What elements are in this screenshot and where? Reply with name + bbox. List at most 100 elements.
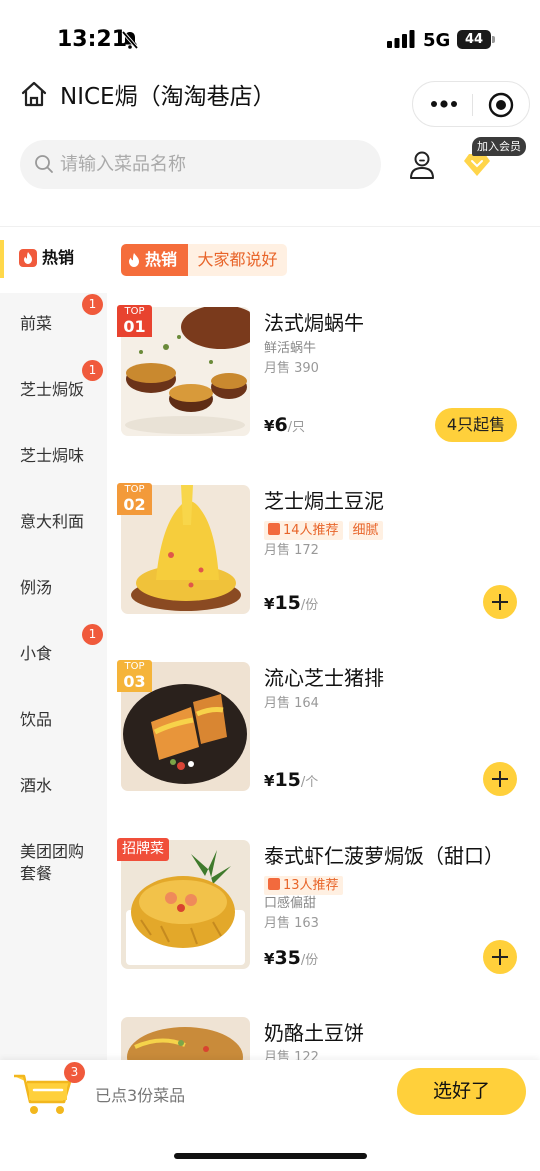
- sidebar-item-label: 小食: [20, 644, 53, 663]
- rank-number: 02: [123, 495, 146, 514]
- flame-icon: [19, 249, 37, 267]
- dish-item[interactable]: 奶酪土豆饼 月售 122: [107, 1017, 540, 1060]
- rank-badge: TOP 03: [117, 660, 152, 692]
- sidebar-item-hot[interactable]: 热销: [0, 227, 107, 293]
- recommend-tag: 14人推荐: [264, 521, 343, 540]
- dish-name: 芝士焗土豆泥: [264, 489, 384, 513]
- recommend-icon: [268, 523, 280, 535]
- dish-price: ¥15/个: [264, 769, 318, 791]
- price-currency: ¥: [264, 417, 275, 435]
- cart-count-badge: 3: [64, 1062, 85, 1083]
- dish-description: 鲜活蜗牛: [264, 341, 317, 356]
- price-unit: /份: [300, 598, 319, 613]
- add-to-cart-button[interactable]: [483, 585, 517, 619]
- dish-price: ¥15/份: [264, 592, 318, 614]
- rank-badge: TOP 01: [117, 305, 152, 337]
- category-badge: 1: [82, 294, 103, 315]
- price-value: 15: [274, 769, 301, 791]
- sidebar-item-cheese-rice[interactable]: 芝士焗饭: [0, 379, 107, 445]
- network-type: 5G: [423, 30, 451, 51]
- sidebar-item-group-deals[interactable]: 美团团购 套餐: [0, 841, 107, 907]
- category-sidebar: 热销 前菜 1 芝士焗饭 1 芝士焗味 意大利面 例汤 小食 1 饮品 酒水 美…: [0, 227, 107, 1060]
- price-unit: /份: [300, 953, 319, 968]
- recommend-count: 14人推荐: [283, 523, 339, 538]
- dish-item[interactable]: 招牌菜 泰式虾仁菠萝焗饭（甜口） 13人推荐 口感偏甜 月售 163 ¥35/份: [107, 838, 540, 1000]
- dish-monthly-sales: 月售 122: [264, 1050, 319, 1060]
- hot-subtitle: 大家都说好: [188, 244, 287, 276]
- sidebar-item-drinks[interactable]: 饮品: [0, 709, 107, 775]
- signature-dish-badge: 招牌菜: [117, 838, 169, 861]
- cart-summary: 已点3份菜品: [95, 1086, 186, 1105]
- search-bar[interactable]: [20, 140, 381, 189]
- price-unit: /只: [287, 420, 306, 435]
- close-miniprogram-icon[interactable]: [488, 92, 514, 118]
- join-member-tag[interactable]: 加入会员: [472, 137, 526, 156]
- sidebar-item-label: 芝士焗饭: [20, 380, 85, 399]
- dish-name: 泰式虾仁菠萝焗饭（甜口）: [264, 844, 504, 868]
- dish-name: 法式焗蜗牛: [264, 311, 364, 335]
- price-currency: ¥: [264, 772, 275, 790]
- sidebar-item-pasta[interactable]: 意大利面: [0, 511, 107, 577]
- dish-name: 奶酪土豆饼: [264, 1021, 364, 1045]
- sidebar-item-label: 美团团购 套餐: [20, 842, 85, 883]
- cart-bar: 3 已点3份菜品 选好了: [0, 1060, 540, 1171]
- dish-name: 流心芝士猪排: [264, 666, 384, 690]
- dish-tags: 13人推荐: [264, 874, 349, 895]
- dish-price: ¥6/只: [264, 414, 305, 436]
- price-currency: ¥: [264, 595, 275, 613]
- dish-item[interactable]: TOP 02 芝士焗土豆泥 14人推荐 细腻 月售 172 ¥15/份: [107, 483, 540, 645]
- sidebar-item-snacks[interactable]: 小食: [0, 643, 107, 709]
- cellular-signal-icon: [387, 30, 415, 48]
- capsule-divider: [472, 94, 473, 116]
- dish-monthly-sales: 月售 163: [264, 916, 319, 931]
- battery-icon: 44: [457, 30, 495, 49]
- sidebar-item-label: 例汤: [20, 578, 53, 597]
- store-title: NICE焗（淘淘巷店）: [60, 84, 276, 110]
- price-value: 15: [274, 592, 301, 614]
- sidebar-item-alcohol[interactable]: 酒水: [0, 775, 107, 841]
- home-icon[interactable]: [20, 80, 48, 108]
- category-badge: 1: [82, 360, 103, 381]
- sidebar-item-label: 前菜: [20, 314, 53, 333]
- sidebar-item-cheese-baked[interactable]: 芝士焗味: [0, 445, 107, 511]
- price-value: 6: [274, 414, 288, 436]
- search-input[interactable]: [60, 148, 360, 181]
- status-time: 13:21: [57, 27, 128, 52]
- dish-price: ¥35/份: [264, 947, 318, 969]
- dish-monthly-sales: 月售 172: [264, 543, 319, 558]
- price-unit: /个: [300, 775, 319, 790]
- price-value: 35: [274, 947, 301, 969]
- user-profile-icon[interactable]: [408, 150, 436, 180]
- dish-monthly-sales: 月售 164: [264, 696, 319, 711]
- miniprogram-capsule: [412, 81, 530, 127]
- dish-monthly-sales: 月售 390: [264, 361, 319, 376]
- search-icon: [35, 155, 53, 173]
- hot-tag-label: 热销: [145, 250, 178, 269]
- category-badge: 1: [82, 624, 103, 645]
- battery-level: 44: [457, 30, 491, 49]
- dish-item[interactable]: TOP 03 流心芝士猪排 月售 164 ¥15/个: [107, 660, 540, 822]
- flame-icon: [129, 253, 139, 267]
- rank-badge: TOP 02: [117, 483, 152, 515]
- rank-number: 03: [123, 672, 146, 691]
- home-indicator[interactable]: [174, 1153, 367, 1159]
- dish-tags: 14人推荐 细腻: [264, 519, 389, 540]
- add-to-cart-button[interactable]: [483, 940, 517, 974]
- dish-description: 口感偏甜: [264, 896, 317, 911]
- hot-tag: 热销: [121, 244, 188, 276]
- dish-image-cheese-potato-cake[interactable]: [121, 1017, 250, 1060]
- dish-item[interactable]: TOP 01 法式焗蜗牛 鲜活蜗牛 月售 390 ¥6/只 4只起售: [107, 305, 540, 467]
- sidebar-item-label: 芝士焗味: [20, 446, 85, 465]
- sidebar-item-label: 酒水: [20, 776, 53, 795]
- min-order-button[interactable]: 4只起售: [435, 408, 517, 442]
- status-bar: 13:21 5G 44: [0, 0, 540, 70]
- checkout-button[interactable]: 选好了: [397, 1068, 526, 1115]
- add-to-cart-button[interactable]: [483, 762, 517, 796]
- sidebar-item-label: 热销: [42, 248, 75, 267]
- rank-number: 01: [123, 317, 146, 336]
- sidebar-item-label: 饮品: [20, 710, 53, 729]
- sidebar-item-label: 意大利面: [20, 512, 85, 531]
- more-icon[interactable]: [429, 94, 459, 114]
- recommend-count: 13人推荐: [283, 878, 339, 893]
- battery-tip: [492, 36, 495, 43]
